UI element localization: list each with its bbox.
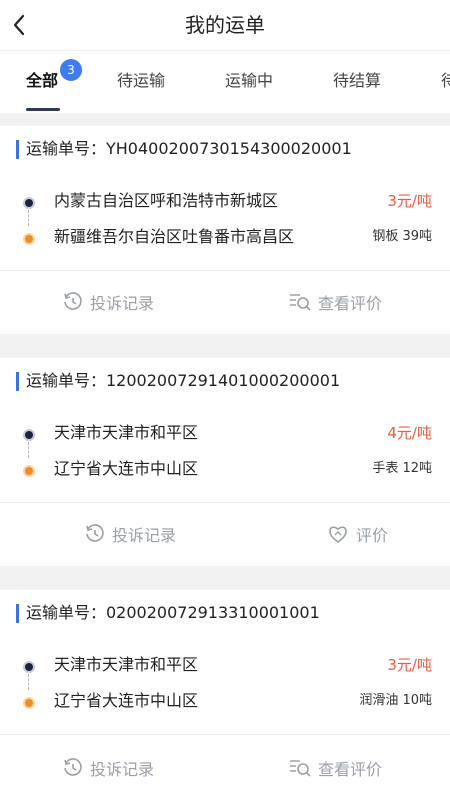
- history-icon: [64, 758, 82, 776]
- order-number: 运输单号：YH0400200730154300020001: [26, 139, 352, 158]
- complaint-record-label: 投诉记录: [90, 760, 155, 779]
- view-review-label: 查看评价: [318, 760, 383, 779]
- cargo-info: 润滑油 10吨: [359, 693, 432, 708]
- freight-price: 3元/吨: [387, 192, 432, 210]
- tab-next-partial[interactable]: 待: [441, 69, 450, 93]
- cargo-info: 手表 12吨: [372, 461, 432, 476]
- complaint-record-button[interactable]: 投诉记录: [62, 271, 154, 333]
- origin-address: 天津市天津市和平区: [54, 655, 199, 674]
- order-accent-bar: [16, 372, 19, 391]
- destination-dot-icon: [23, 465, 35, 477]
- review-search-icon: [290, 294, 311, 311]
- order-accent-bar: [16, 604, 19, 623]
- destination-address: 辽宁省大连市中山区: [54, 691, 199, 710]
- order-number: 运输单号：12002007291401000200001: [26, 371, 341, 390]
- order-card[interactable]: 运输单号：12002007291401000200001 天津市天津市和平区 4…: [0, 358, 450, 566]
- freight-price: 3元/吨: [387, 656, 432, 674]
- route-destination-row: 辽宁省大连市中山区 润滑油 10吨: [0, 684, 450, 728]
- order-number-row: 运输单号：020020072913310001001: [0, 590, 450, 636]
- order-number-row: 运输单号：YH0400200730154300020001: [0, 126, 450, 172]
- status-tabs: 全部 3 待运输 运输中 待结算 待: [0, 51, 450, 113]
- order-accent-bar: [16, 140, 19, 159]
- destination-dot-icon: [23, 697, 35, 709]
- tab-pending-settlement[interactable]: 待结算: [333, 69, 381, 93]
- history-icon: [64, 292, 82, 310]
- review-button[interactable]: 评价: [326, 503, 388, 565]
- origin-dot-icon: [23, 429, 35, 441]
- complaint-record-button[interactable]: 投诉记录: [84, 503, 176, 565]
- origin-address: 内蒙古自治区呼和浩特市新城区: [54, 191, 279, 210]
- complaint-record-label: 投诉记录: [90, 294, 155, 313]
- order-card[interactable]: 运输单号：YH0400200730154300020001 内蒙古自治区呼和浩特…: [0, 126, 450, 334]
- review-label: 评价: [356, 526, 389, 545]
- tab-in-transit[interactable]: 运输中: [225, 69, 273, 93]
- view-review-button[interactable]: 查看评价: [288, 737, 382, 799]
- tab-all-count-badge: 3: [60, 59, 82, 81]
- destination-dot-icon: [23, 233, 35, 245]
- complaint-record-button[interactable]: 投诉记录: [62, 737, 154, 799]
- order-card[interactable]: 运输单号：020020072913310001001 天津市天津市和平区 3元/…: [0, 590, 450, 800]
- review-search-icon: [290, 760, 311, 777]
- view-review-button[interactable]: 查看评价: [288, 271, 382, 333]
- origin-dot-icon: [23, 661, 35, 673]
- route-destination-row: 新疆维吾尔自治区吐鲁番市高昌区 钢板 39吨: [0, 220, 450, 264]
- tab-all[interactable]: 全部: [26, 69, 58, 93]
- history-icon: [86, 524, 104, 542]
- origin-address: 天津市天津市和平区: [54, 423, 199, 442]
- complaint-record-label: 投诉记录: [112, 526, 177, 545]
- tab-pending-transport[interactable]: 待运输: [117, 69, 165, 93]
- review-flower-icon: [329, 526, 347, 544]
- active-tab-indicator: [26, 108, 60, 111]
- cargo-info: 钢板 39吨: [372, 229, 432, 244]
- origin-dot-icon: [23, 197, 35, 209]
- card-divider: [0, 734, 450, 735]
- view-review-label: 查看评价: [318, 294, 383, 313]
- route-destination-row: 辽宁省大连市中山区 手表 12吨: [0, 452, 450, 496]
- app-header: 我的运单: [0, 0, 450, 51]
- destination-address: 辽宁省大连市中山区: [54, 459, 199, 478]
- freight-price: 4元/吨: [387, 424, 432, 442]
- order-number-row: 运输单号：12002007291401000200001: [0, 358, 450, 404]
- order-number: 运输单号：020020072913310001001: [26, 603, 320, 622]
- destination-address: 新疆维吾尔自治区吐鲁番市高昌区: [54, 227, 295, 246]
- page-title: 我的运单: [185, 13, 265, 37]
